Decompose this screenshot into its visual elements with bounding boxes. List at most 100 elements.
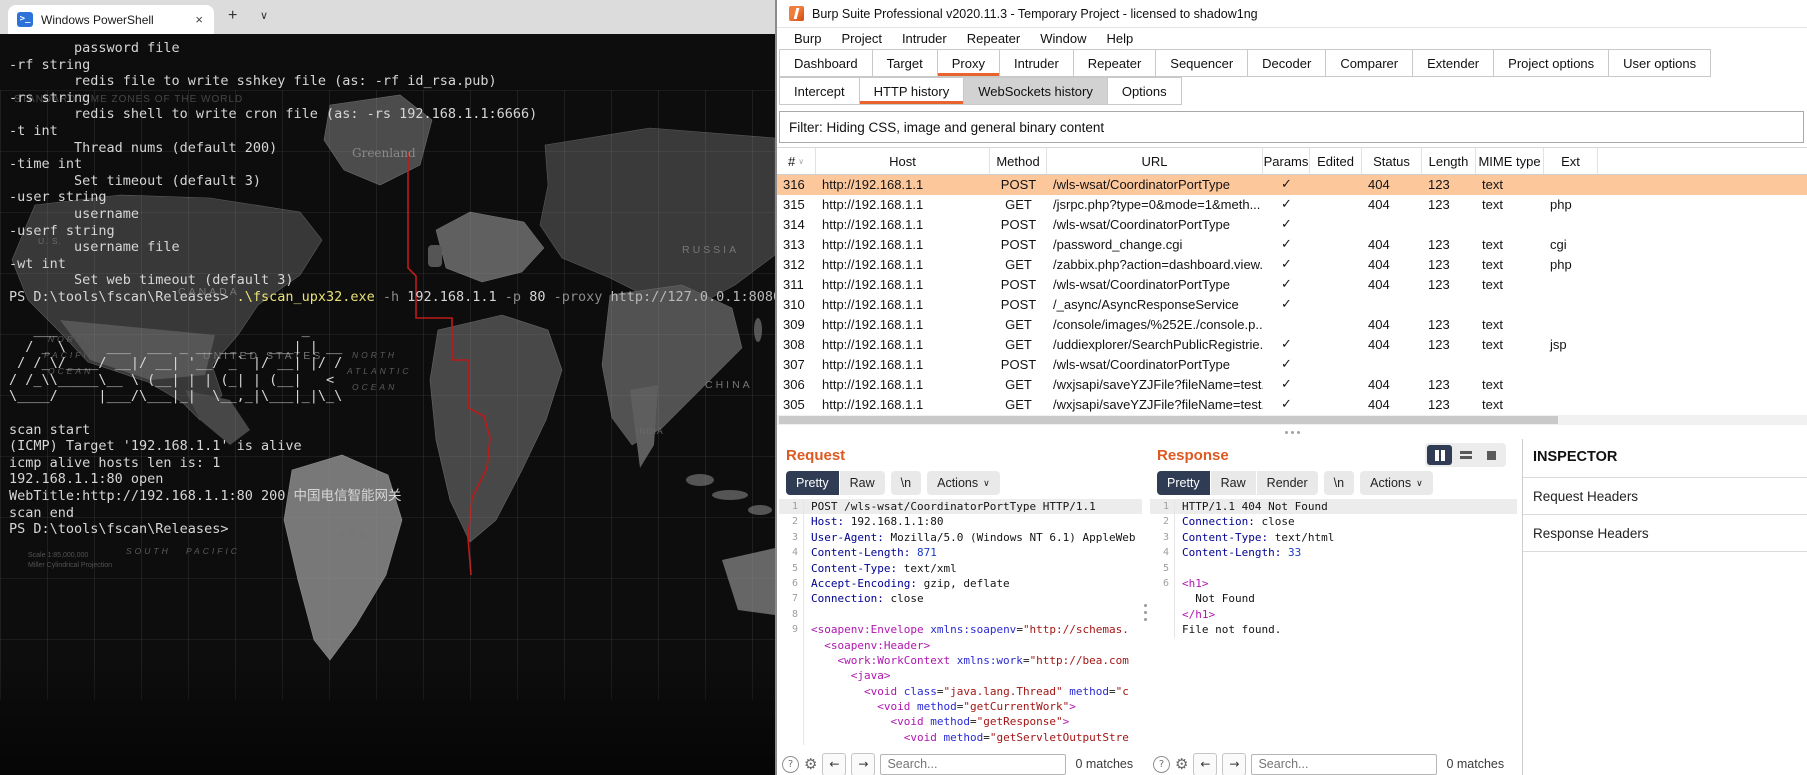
subtab-options[interactable]: Options [1106, 77, 1182, 105]
inspector-item-response-headers[interactable]: Response Headers [1523, 514, 1807, 551]
scrollbar-thumb[interactable] [779, 416, 1558, 424]
button-actions[interactable]: Actions ∨ [1360, 471, 1433, 495]
next-match-button[interactable]: → [851, 752, 876, 775]
code-segment: <soapenv:Envelope [811, 623, 924, 637]
request-search-input[interactable] [880, 753, 1067, 775]
tab-intruder[interactable]: Intruder [998, 49, 1074, 77]
column-header-status[interactable]: Status [1362, 148, 1422, 174]
button-pretty[interactable]: Pretty [1157, 471, 1210, 495]
close-tab-icon[interactable]: × [193, 12, 205, 27]
button-pretty[interactable]: Pretty [786, 471, 839, 495]
column-header-edited[interactable]: Edited [1310, 148, 1362, 174]
table-row[interactable]: 308 http://192.168.1.1 GET/uddiexplorer/Se… [777, 335, 1807, 355]
column-header-item[interactable]: # ∨ [777, 148, 816, 174]
subtab-websockets-history[interactable]: WebSockets history [963, 77, 1108, 105]
tab-target[interactable]: Target [871, 49, 938, 77]
cell-params: ✓ [1281, 357, 1292, 372]
cell-ext: jsp [1550, 337, 1567, 352]
tab-project-options[interactable]: Project options [1493, 49, 1610, 77]
cell-length [1422, 295, 1476, 315]
table-row[interactable]: 313 http://192.168.1.1 POST/password_chang… [777, 235, 1807, 255]
previous-match-button[interactable]: ← [1193, 752, 1218, 775]
column-header-params[interactable]: Params [1263, 148, 1310, 174]
table-row[interactable]: 309 http://192.168.1.1 GET/console/images/… [777, 315, 1807, 335]
button-label: Raw [1220, 476, 1246, 490]
terminal-body[interactable]: STANDARD TIME ZONES OF THE WORLD Greenlan… [0, 34, 775, 775]
new-tab-button[interactable]: + [228, 7, 237, 25]
column-header-mime-type[interactable]: MIME type [1476, 148, 1544, 174]
button-n[interactable]: \n [1323, 471, 1355, 495]
request-editor[interactable]: 1 POST /wls-wsat/CoordinatorPortType HTTP… [779, 499, 1142, 749]
gear-icon[interactable]: ⚙ [1175, 755, 1188, 773]
tab-dashboard[interactable]: Dashboard [779, 49, 873, 77]
menu-burp[interactable]: Burp [784, 31, 831, 46]
next-match-button[interactable]: → [1222, 752, 1247, 775]
code-segment: close [1254, 515, 1295, 529]
code-segment: Not Found [1182, 592, 1255, 606]
subtab-intercept[interactable]: Intercept [779, 77, 860, 105]
table-row[interactable]: 306 http://192.168.1.1 GET/wxjsapi/saveYZJ… [777, 375, 1807, 395]
code-segment: text/html [1268, 530, 1335, 544]
terminal-text-segment: -wt int [9, 255, 66, 272]
columns-layout-button[interactable] [1427, 445, 1452, 465]
tab-comparer[interactable]: Comparer [1325, 49, 1414, 77]
table-row[interactable]: 311 http://192.168.1.1 POST/wls-wsat/Coord… [777, 275, 1807, 295]
help-icon[interactable]: ? [782, 755, 799, 773]
menu-repeater[interactable]: Repeater [957, 31, 1030, 46]
tab-extender[interactable]: Extender [1412, 49, 1495, 77]
horizontal-scrollbar[interactable] [777, 415, 1807, 425]
filter-bar[interactable]: Filter: Hiding CSS, image and general bi… [779, 111, 1804, 143]
column-header-method[interactable]: Method [990, 148, 1047, 174]
tab-decoder[interactable]: Decoder [1247, 49, 1327, 77]
inspector-item-request-headers[interactable]: Request Headers [1523, 477, 1807, 514]
menu-intruder[interactable]: Intruder [892, 31, 957, 46]
cell-params: ✓ [1281, 297, 1292, 312]
table-row[interactable]: 315 http://192.168.1.1 GET/jsrpc.php?type=… [777, 195, 1807, 215]
tab-dropdown-icon[interactable]: ∨ [260, 9, 268, 22]
terminal-text-segment: PS D:\tools\fscan\Releases> [9, 288, 237, 305]
table-row[interactable]: 312 http://192.168.1.1 GET/zabbix.php?acti… [777, 255, 1807, 275]
cell-method: GET [1005, 317, 1032, 332]
table-row[interactable]: 314 http://192.168.1.1 POST/wls-wsat/Coord… [777, 215, 1807, 235]
column-header-host[interactable]: Host [816, 148, 990, 174]
column-header-url[interactable]: URL [1047, 148, 1263, 174]
code-segment: <work:WorkContext [811, 653, 951, 667]
editor-splitter-handle-icon[interactable] [1144, 604, 1147, 621]
menu-project[interactable]: Project [831, 31, 891, 46]
code-segment: xmlns:work [950, 653, 1023, 667]
single-layout-button[interactable] [1479, 445, 1504, 465]
table-row[interactable]: 316 http://192.168.1.1 POST/wls-wsat/Coord… [777, 175, 1807, 195]
menu-help[interactable]: Help [1096, 31, 1143, 46]
previous-match-button[interactable]: ← [822, 752, 847, 775]
panel-splitter[interactable] [777, 425, 1807, 439]
response-search-input[interactable] [1251, 753, 1438, 775]
cell-status: 404 [1368, 197, 1390, 212]
column-header-length[interactable]: Length [1422, 148, 1476, 174]
table-row[interactable]: 307 http://192.168.1.1 POST/wls-wsat/Coord… [777, 355, 1807, 375]
tab-user-options[interactable]: User options [1608, 49, 1712, 77]
table-row[interactable]: 310 http://192.168.1.1 POST /_async/AsyncRe… [777, 295, 1807, 315]
tab-repeater[interactable]: Repeater [1072, 49, 1157, 77]
subtab-http-history[interactable]: HTTP history [858, 77, 965, 105]
button-render[interactable]: Render [1256, 471, 1318, 495]
tab-sequencer[interactable]: Sequencer [1155, 49, 1249, 77]
button-raw[interactable]: Raw [1210, 471, 1256, 495]
button-label: Actions [937, 476, 979, 490]
help-icon[interactable]: ? [1153, 755, 1170, 773]
column-header-ext[interactable]: Ext [1544, 148, 1598, 174]
terminal-tab-windows-powershell[interactable]: >_ Windows PowerShell × [8, 5, 214, 34]
request-panel: Request Pretty Raw \n Actions ∨ 1 POST /wls-w… [779, 439, 1145, 775]
rows-layout-button[interactable] [1453, 445, 1478, 465]
button-actions[interactable]: Actions ∨ [927, 471, 1000, 495]
gear-icon[interactable]: ⚙ [804, 755, 817, 773]
cell-edited [1310, 255, 1362, 275]
response-editor[interactable]: 1 HTTP/1.1 404 Not Found 2 Connection: clos… [1150, 499, 1517, 749]
code-segment: 192.168.1.1:80 [844, 515, 944, 529]
table-row[interactable]: 305 http://192.168.1.1 GET/wxjsapi/saveYZJ… [777, 395, 1807, 415]
button-label: Pretty [796, 476, 829, 490]
button-raw[interactable]: Raw [839, 471, 885, 495]
button-n[interactable]: \n [890, 471, 922, 495]
menu-window[interactable]: Window [1030, 31, 1096, 46]
terminal-text-segment: username [9, 205, 140, 222]
tab-proxy[interactable]: Proxy [936, 49, 1000, 77]
